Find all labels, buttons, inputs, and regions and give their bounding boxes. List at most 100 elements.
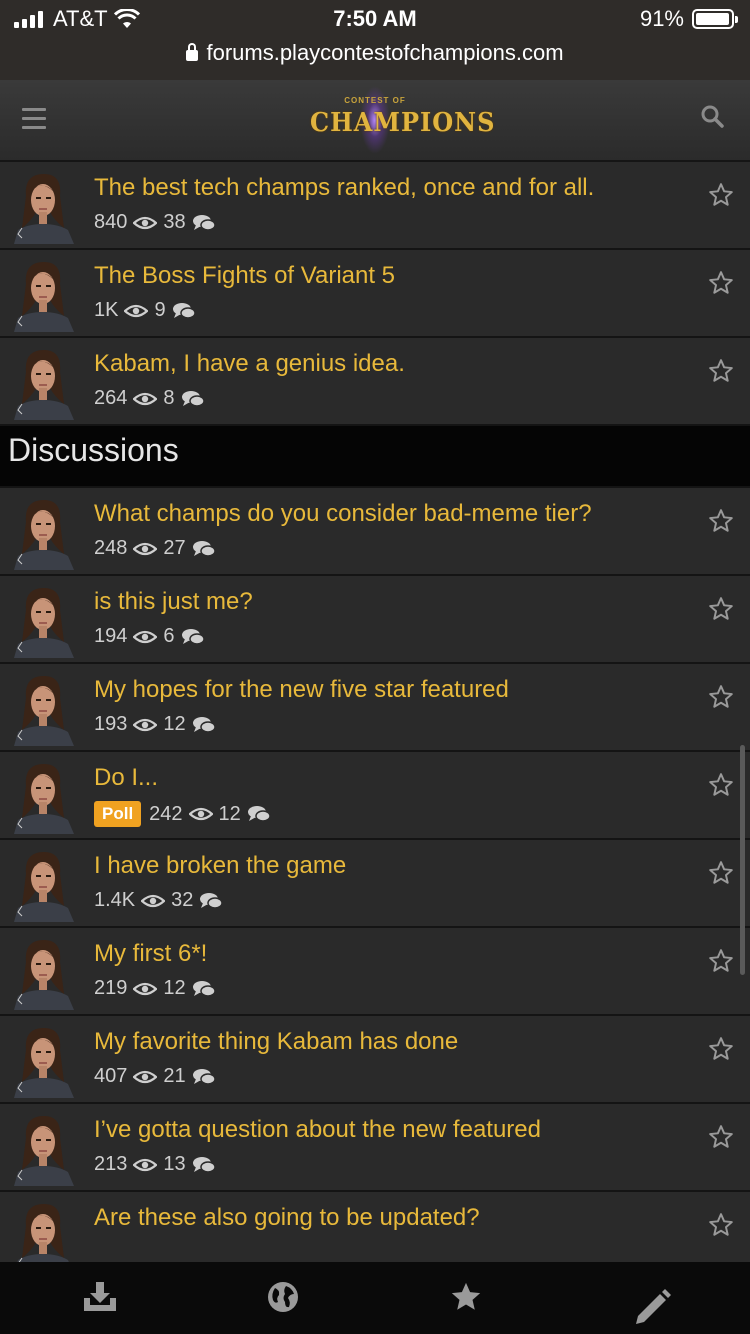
discussion-meta: 1K 9 [94, 299, 196, 322]
avatar[interactable] [8, 168, 78, 244]
avatar[interactable] [8, 934, 78, 1010]
comment-count: 12 [218, 802, 241, 825]
bookmark-star-icon[interactable] [708, 596, 734, 622]
url-text: forums.playcontestofchampions.com [206, 40, 564, 65]
bookmark-star-icon[interactable] [708, 684, 734, 710]
battery-icon [692, 9, 738, 29]
comment-count: 8 [163, 387, 175, 409]
discussion-title[interactable]: What champs do you consider bad-meme tie… [94, 500, 592, 528]
view-count: 219 [94, 977, 128, 999]
discussion-meta: 840 38 [94, 211, 216, 234]
bookmark-star-icon[interactable] [708, 860, 734, 886]
bookmark-star-icon[interactable] [708, 358, 734, 384]
list-item[interactable]: I have broken the game 1.4K 32 [0, 840, 750, 928]
bookmark-star-icon[interactable] [708, 508, 734, 534]
list-item[interactable]: What champs do you consider bad-meme tie… [0, 488, 750, 576]
discussion-meta: 194 6 [94, 625, 205, 648]
discussion-title[interactable]: Kabam, I have a genius idea. [94, 350, 405, 378]
hamburger-icon[interactable] [22, 108, 46, 130]
discussion-meta: 1.4K 32 [94, 889, 223, 912]
list-item[interactable]: My first 6*! 219 12 [0, 928, 750, 1016]
discussion-meta: 264 8 [94, 387, 205, 410]
avatar[interactable] [8, 1022, 78, 1098]
pencil-icon[interactable] [632, 1288, 672, 1328]
bookmark-star-icon[interactable] [708, 948, 734, 974]
comment-icon [247, 805, 271, 823]
view-count: 407 [94, 1065, 128, 1087]
clock: 7:50 AM [333, 6, 417, 31]
lock-icon [186, 43, 199, 61]
globe-icon[interactable] [266, 1280, 300, 1314]
avatar[interactable] [8, 846, 78, 922]
url-bar[interactable]: forums.playcontestofchampions.com [0, 40, 750, 66]
discussion-title[interactable]: Do I... [94, 764, 158, 792]
eye-icon [133, 629, 157, 645]
search-icon[interactable] [700, 104, 724, 128]
comment-icon [192, 716, 216, 734]
comment-count: 13 [163, 1153, 186, 1175]
avatar[interactable] [8, 256, 78, 332]
list-item[interactable]: I’ve gotta question about the new featur… [0, 1104, 750, 1192]
site-logo[interactable]: CONTEST OF CHAMPIONS [310, 82, 496, 158]
list-item[interactable]: My hopes for the new five star featured … [0, 664, 750, 752]
eye-icon [124, 303, 148, 319]
avatar[interactable] [8, 494, 78, 570]
list-item[interactable]: Do I... Poll 242 12 [0, 752, 750, 840]
discussion-title[interactable]: Are these also going to be updated? [94, 1204, 480, 1232]
view-count: 264 [94, 387, 128, 409]
eye-icon [133, 717, 157, 733]
bookmark-star-icon[interactable] [708, 270, 734, 296]
discussion-title[interactable]: My favorite thing Kabam has done [94, 1028, 458, 1056]
poll-badge: Poll [94, 801, 142, 827]
comment-icon [192, 1068, 216, 1086]
bookmark-star-icon[interactable] [708, 1124, 734, 1150]
avatar[interactable] [8, 670, 78, 746]
list-item[interactable]: My favorite thing Kabam has done 407 21 [0, 1016, 750, 1104]
bookmark-star-icon[interactable] [708, 1036, 734, 1062]
avatar[interactable] [8, 1110, 78, 1186]
bookmark-star-icon[interactable] [708, 182, 734, 208]
comment-count: 6 [163, 625, 175, 647]
list-item[interactable]: The Boss Fights of Variant 5 1K 9 [0, 250, 750, 338]
section-title: Discussions [0, 426, 750, 488]
bookmark-star-icon[interactable] [708, 1212, 734, 1238]
discussion-title[interactable]: My hopes for the new five star featured [94, 676, 509, 704]
list-item[interactable]: The best tech champs ranked, once and fo… [0, 162, 750, 250]
comment-count: 32 [171, 889, 194, 911]
view-count: 213 [94, 1153, 128, 1175]
avatar[interactable] [8, 582, 78, 658]
avatar[interactable] [8, 344, 78, 420]
list-item[interactable]: Kabam, I have a genius idea. 264 8 [0, 338, 750, 426]
discussion-title[interactable]: I have broken the game [94, 852, 346, 880]
bookmark-star-icon[interactable] [708, 772, 734, 798]
discussion-meta: 213 13 [94, 1153, 216, 1176]
battery-percent: 91% [639, 6, 684, 31]
eye-icon [133, 1069, 157, 1085]
discussion-meta: Poll 242 12 [94, 801, 271, 827]
discussion-title[interactable]: The best tech champs ranked, once and fo… [94, 174, 594, 202]
scrollbar[interactable] [740, 745, 745, 975]
status-bar: AT&T 7:50 AM 91% forums.playcontestofcha… [0, 0, 750, 80]
comment-icon [192, 540, 216, 558]
discussion-title[interactable]: The Boss Fights of Variant 5 [94, 262, 395, 290]
discussion-title[interactable]: My first 6*! [94, 940, 207, 968]
eye-icon [133, 391, 157, 407]
discussion-title[interactable]: I’ve gotta question about the new featur… [94, 1116, 541, 1144]
avatar[interactable] [8, 758, 78, 834]
download-icon[interactable] [82, 1280, 118, 1314]
view-count: 242 [149, 802, 183, 825]
eye-icon [189, 806, 213, 822]
list-item[interactable]: is this just me? 194 6 [0, 576, 750, 664]
view-count: 840 [94, 211, 128, 233]
discussion-meta: 248 27 [94, 537, 216, 560]
comment-count: 38 [163, 211, 186, 233]
logo-main-text: CHAMPIONS [310, 105, 496, 138]
comment-count: 21 [163, 1065, 186, 1087]
discussion-title[interactable]: is this just me? [94, 588, 253, 616]
discussion-meta: 193 12 [94, 713, 216, 736]
eye-icon [141, 893, 165, 909]
star-icon[interactable] [448, 1280, 484, 1314]
comment-icon [192, 214, 216, 232]
battery: 91% [639, 6, 738, 32]
discussion-list: The best tech champs ranked, once and fo… [0, 162, 750, 1280]
